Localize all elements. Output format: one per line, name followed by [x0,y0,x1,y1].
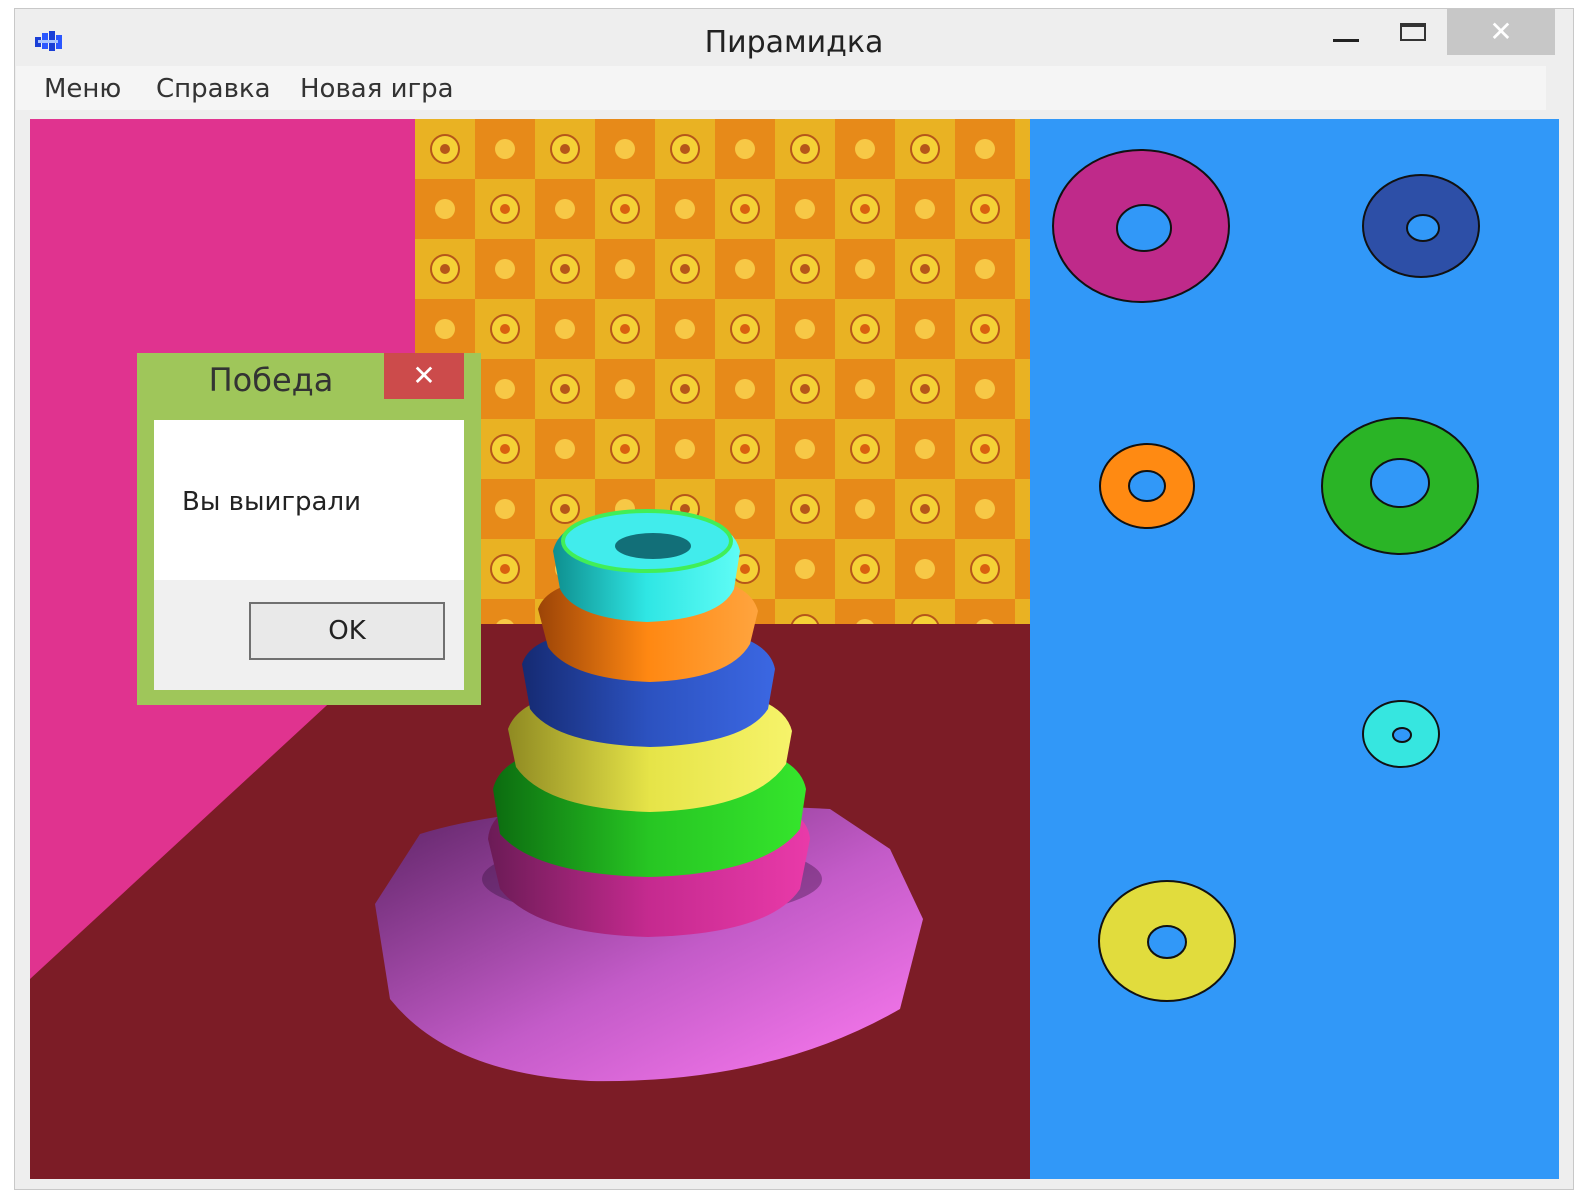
ring-green[interactable] [1321,417,1479,555]
dialog-body: Вы выиграли OK [154,420,464,690]
ring-magenta[interactable] [1052,149,1230,303]
ok-button[interactable]: OK [249,602,445,660]
ring-blue[interactable] [1362,174,1480,278]
menu-bar: Меню Справка Новая игра [16,66,1546,110]
close-button[interactable]: ✕ [1447,9,1555,55]
rings-panel [1030,119,1559,1179]
dialog-close-button[interactable]: ✕ [384,353,464,399]
dialog-footer: OK [154,580,464,690]
ring-cyan[interactable] [1362,700,1440,768]
minimize-button[interactable] [1315,9,1375,55]
menu-item-help[interactable]: Справка [156,66,271,110]
menu-item-new-game[interactable]: Новая игра [300,66,454,110]
menu-item-menu[interactable]: Меню [44,66,121,110]
maximize-button[interactable] [1380,9,1450,55]
title-bar[interactable]: Пирамидка ✕ [15,9,1573,73]
victory-dialog: Победа ✕ Вы выиграли OK [137,353,481,705]
ring-yellow[interactable] [1098,880,1236,1002]
ring-orange[interactable] [1099,443,1195,529]
close-icon: ✕ [412,359,436,392]
rings-canvas [1052,149,1480,1002]
close-icon: ✕ [1489,15,1513,48]
dialog-message: Вы выиграли [182,487,361,517]
dialog-title: Победа [208,361,334,399]
